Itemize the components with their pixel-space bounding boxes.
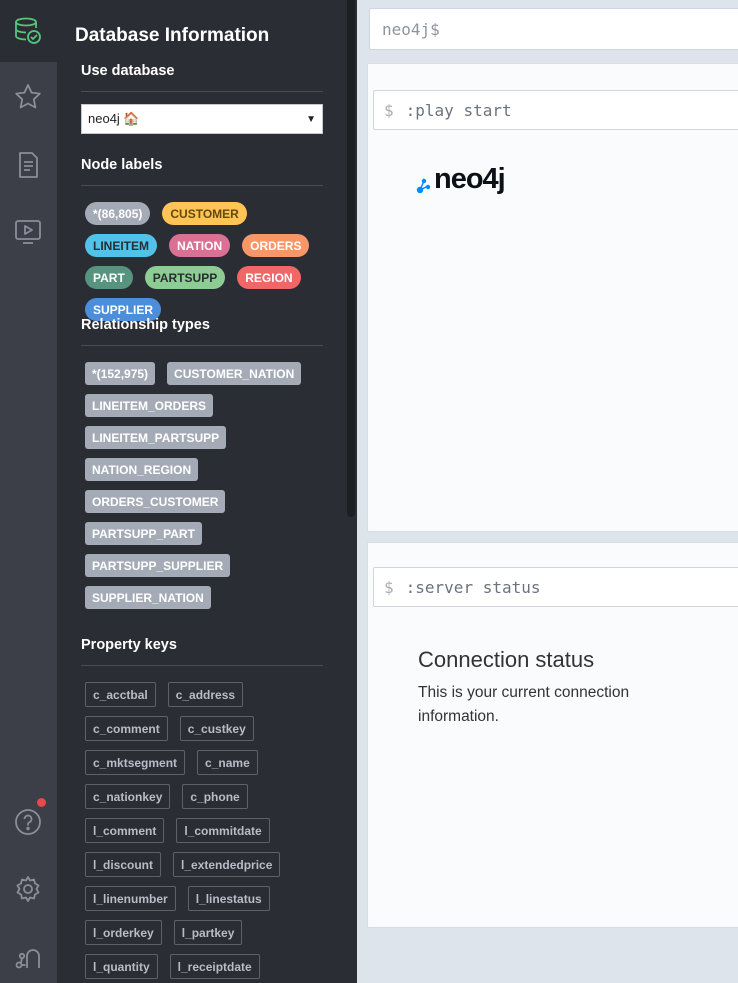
property-key-chip[interactable]: l_linestatus	[187, 886, 270, 911]
database-info-drawer: Database Information Use database neo4j …	[57, 0, 357, 983]
node-label-chip[interactable]: LINEITEM	[85, 234, 157, 257]
editor-prompt: neo4j$	[382, 19, 440, 39]
property-key-chip[interactable]: l_orderkey	[85, 920, 162, 945]
relationship-type-chip[interactable]: SUPPLIER_NATION	[85, 586, 211, 609]
property-key-chip[interactable]: c_comment	[85, 716, 168, 741]
chevron-down-icon: ▼	[306, 113, 316, 125]
document-icon[interactable]	[9, 146, 47, 184]
property-key-chip[interactable]: c_acctbal	[85, 682, 156, 707]
relationship-type-chip[interactable]: PARTSUPP_SUPPLIER	[85, 554, 231, 577]
relationship-type-chip[interactable]: ORDERS_CUSTOMER	[85, 490, 226, 513]
frame-command-bar[interactable]: $ :server status	[373, 567, 738, 607]
node-label-chip[interactable]: ORDERS	[242, 234, 310, 257]
property-key-chip[interactable]: c_name	[197, 750, 258, 775]
cypher-editor[interactable]: neo4j$	[369, 8, 738, 50]
help-circle-icon[interactable]	[9, 803, 47, 841]
property-key-chip[interactable]: l_comment	[85, 818, 165, 843]
neo4j-logo-text: neo4j	[434, 162, 506, 195]
node-label-chip[interactable]: REGION	[237, 266, 301, 289]
divider	[81, 185, 323, 186]
icon-rail	[0, 0, 57, 983]
node-labels-title: Node labels	[81, 157, 163, 173]
play-start-frame: $ :play start neo4j	[367, 63, 738, 532]
connection-status-text: This is your current connection informat…	[418, 684, 630, 725]
node-label-chip[interactable]: NATION	[169, 234, 231, 257]
frame-command: :play start	[405, 100, 512, 120]
property-key-chip[interactable]: l_partkey	[173, 920, 243, 945]
stream-area: neo4j$ $ :play start neo4j $ :server sta…	[357, 0, 738, 983]
node-labels-list: *(86,805) CUSTOMER LINEITEM NATION ORDERS PAR…	[81, 202, 331, 330]
relationship-types-title: Relationship types	[81, 317, 210, 333]
relationship-type-chip[interactable]: LINEITEM_ORDERS	[85, 394, 214, 417]
connection-status-heading: Connection status	[418, 647, 595, 672]
relationship-types-list: *(152,975) CUSTOMER_NATION LINEITEM_ORDERS…	[81, 362, 331, 618]
neo4j-mark-icon[interactable]	[9, 938, 47, 976]
property-key-chip[interactable]: l_quantity	[85, 954, 158, 979]
star-icon[interactable]	[9, 78, 47, 116]
drawer-scrollbar[interactable]	[347, 0, 355, 517]
property-key-chip[interactable]: l_linenumber	[85, 886, 176, 911]
use-database-title: Use database	[81, 63, 175, 79]
relationship-type-chip[interactable]: LINEITEM_PARTSUPP	[85, 426, 227, 449]
property-key-chip[interactable]: c_address	[167, 682, 244, 707]
property-key-chip[interactable]: c_phone	[182, 784, 248, 809]
property-key-chip[interactable]: l_commitdate	[176, 818, 270, 843]
play-screen-icon[interactable]	[9, 213, 47, 251]
neo4j-logo: neo4j	[416, 162, 506, 196]
frame-prompt: $	[384, 100, 394, 120]
property-key-chip[interactable]: c_nationkey	[85, 784, 171, 809]
frame-command-bar[interactable]: $ :play start	[373, 90, 738, 130]
node-label-chip[interactable]: PARTSUPP	[144, 266, 226, 289]
property-key-chip[interactable]: l_discount	[85, 852, 162, 877]
relationship-type-chip[interactable]: PARTSUPP_PART	[85, 522, 202, 545]
property-key-chip[interactable]: l_extendedprice	[173, 852, 281, 877]
drawer-title: Database Information	[75, 25, 270, 46]
frame-command: :server status	[405, 577, 541, 597]
database-select[interactable]: neo4j 🏠 ▼	[81, 104, 323, 134]
property-keys-list: c_acctbal c_address c_comment c_custkey c_mk…	[81, 682, 331, 983]
node-label-chip[interactable]: PART	[85, 266, 133, 289]
divider	[81, 91, 323, 92]
frame-prompt: $	[384, 577, 394, 597]
property-key-chip[interactable]: c_mktsegment	[85, 750, 186, 775]
relationship-type-chip[interactable]: *(152,975)	[85, 362, 156, 385]
property-keys-title: Property keys	[81, 637, 177, 653]
neo4j-logo-icon	[416, 178, 431, 194]
database-check-icon[interactable]	[9, 12, 47, 50]
gear-icon[interactable]	[9, 870, 47, 908]
property-key-chip[interactable]: c_custkey	[179, 716, 254, 741]
relationship-type-chip[interactable]: NATION_REGION	[85, 458, 199, 481]
node-label-chip[interactable]: CUSTOMER	[162, 202, 247, 225]
divider	[81, 665, 323, 666]
node-label-chip[interactable]: *(86,805)	[85, 202, 151, 225]
relationship-type-chip[interactable]: CUSTOMER_NATION	[167, 362, 302, 385]
notification-dot	[37, 798, 46, 807]
divider	[81, 345, 323, 346]
server-status-frame: $ :server status Connection status This …	[367, 542, 738, 928]
database-select-value: neo4j 🏠	[88, 111, 140, 126]
property-key-chip[interactable]: l_receiptdate	[169, 954, 260, 979]
